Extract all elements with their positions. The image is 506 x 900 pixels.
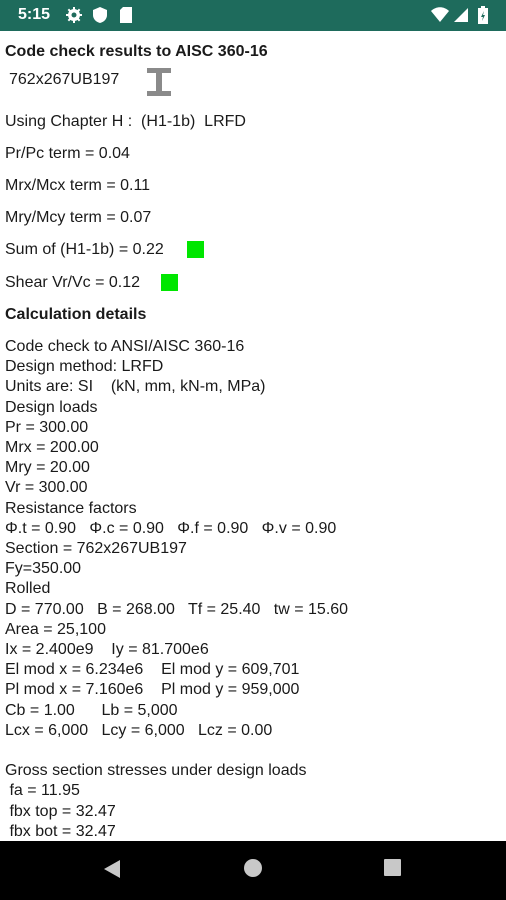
status-time: 5:15 [18, 6, 51, 23]
shield-icon [93, 7, 107, 23]
detail-line: Units are: SI (kN, mm, kN-m, MPa) [5, 378, 266, 396]
pr-pc-term: Pr/Pc term = 0.04 [5, 145, 130, 162]
results-content[interactable]: Code check results to AISC 360-16 762x26… [0, 31, 506, 841]
sum-h1-1b: Sum of (H1-1b) = 0.22 [5, 241, 164, 258]
detail-line: Mry = 20.00 [5, 459, 90, 477]
back-icon[interactable] [102, 858, 122, 880]
nav-bar [0, 841, 506, 900]
signal-icon [454, 8, 468, 22]
sd-card-icon [120, 7, 132, 23]
detail-line: Rolled [5, 580, 51, 598]
detail-line: fa = 11.95 [5, 782, 80, 800]
detail-line: fbx bot = 32.47 [5, 822, 116, 840]
battery-icon [478, 6, 488, 24]
recents-icon[interactable] [383, 858, 402, 877]
mrx-mcx-term: Mrx/Mcx term = 0.11 [5, 177, 151, 194]
detail-line: Design loads [5, 398, 98, 416]
detail-line: El mod x = 6.234e6 El mod y = 609,701 [5, 661, 300, 679]
sum-status-indicator [187, 241, 204, 258]
details-title: Calculation details [5, 306, 147, 323]
page-title: Code check results to AISC 360-16 [5, 43, 268, 60]
status-bar: 5:15 [0, 0, 506, 31]
detail-line: Code check to ANSI/AISC 360-16 [5, 338, 245, 355]
detail-line: fbx top = 32.47 [5, 802, 116, 820]
detail-line: Lcx = 6,000 Lcy = 6,000 Lcz = 0.00 [5, 721, 273, 739]
shear-ratio: Shear Vr/Vc = 0.12 [5, 274, 141, 291]
detail-line: Cb = 1.00 Lb = 5,000 [5, 701, 178, 719]
detail-line: Ix = 2.400e9 Iy = 81.700e6 [5, 641, 209, 658]
detail-line: Area = 25,100 [5, 620, 106, 638]
home-icon[interactable] [243, 858, 263, 878]
detail-line: Pr = 300.00 [5, 418, 89, 436]
detail-line: Fy=350.00 [5, 560, 82, 578]
detail-line: D = 770.00 B = 268.00 Tf = 25.40 tw = 15… [5, 600, 349, 618]
detail-line: Pl mod x = 7.160e6 Pl mod y = 959,000 [5, 681, 300, 699]
wifi-icon [431, 7, 449, 22]
shear-status-indicator [161, 274, 178, 291]
section-name: 762x267UB197 [9, 71, 120, 88]
detail-line: Section = 762x267UB197 [5, 540, 187, 557]
detail-line: Gross section stresses under design load… [5, 762, 307, 780]
gear-icon [66, 7, 82, 23]
detail-line: Resistance factors [5, 499, 137, 517]
i-beam-icon [147, 68, 171, 96]
chapter-line: Using Chapter H : (H1-1b) LRFD [5, 113, 246, 130]
detail-line: Mrx = 200.00 [5, 439, 99, 456]
detail-line: Design method: LRFD [5, 358, 164, 376]
mry-mcy-term: Mry/Mcy term = 0.07 [5, 209, 152, 226]
detail-line: Vr = 300.00 [5, 479, 88, 497]
detail-line: Φ.t = 0.90 Φ.c = 0.90 Φ.f = 0.90 Φ.v = 0… [5, 519, 337, 537]
